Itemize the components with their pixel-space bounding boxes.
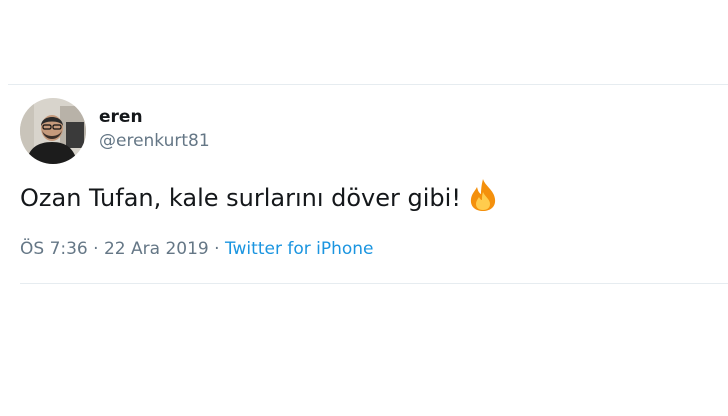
meta-separator: · <box>87 239 104 259</box>
top-divider <box>8 84 728 85</box>
avatar-image <box>20 98 86 164</box>
tweet-source-link[interactable]: Twitter for iPhone <box>225 239 374 259</box>
display-name[interactable]: eren <box>99 106 210 128</box>
tweet-author: eren @erenkurt81 <box>99 106 210 152</box>
meta-separator: · <box>208 239 225 259</box>
avatar[interactable] <box>20 98 86 164</box>
tweet-text: Ozan Tufan, kale surlarını döver gibi! <box>20 178 499 222</box>
tweet-text-content: Ozan Tufan, kale surlarını döver gibi! <box>20 184 461 212</box>
bottom-divider <box>20 283 728 284</box>
fire-icon <box>467 178 499 222</box>
user-handle[interactable]: @erenkurt81 <box>99 130 210 152</box>
tweet-date[interactable]: 22 Ara 2019 <box>104 239 209 259</box>
tweet-time[interactable]: ÖS 7:36 <box>20 239 88 259</box>
tweet-meta: ÖS 7:36 · 22 Ara 2019 · Twitter for iPho… <box>20 237 374 261</box>
